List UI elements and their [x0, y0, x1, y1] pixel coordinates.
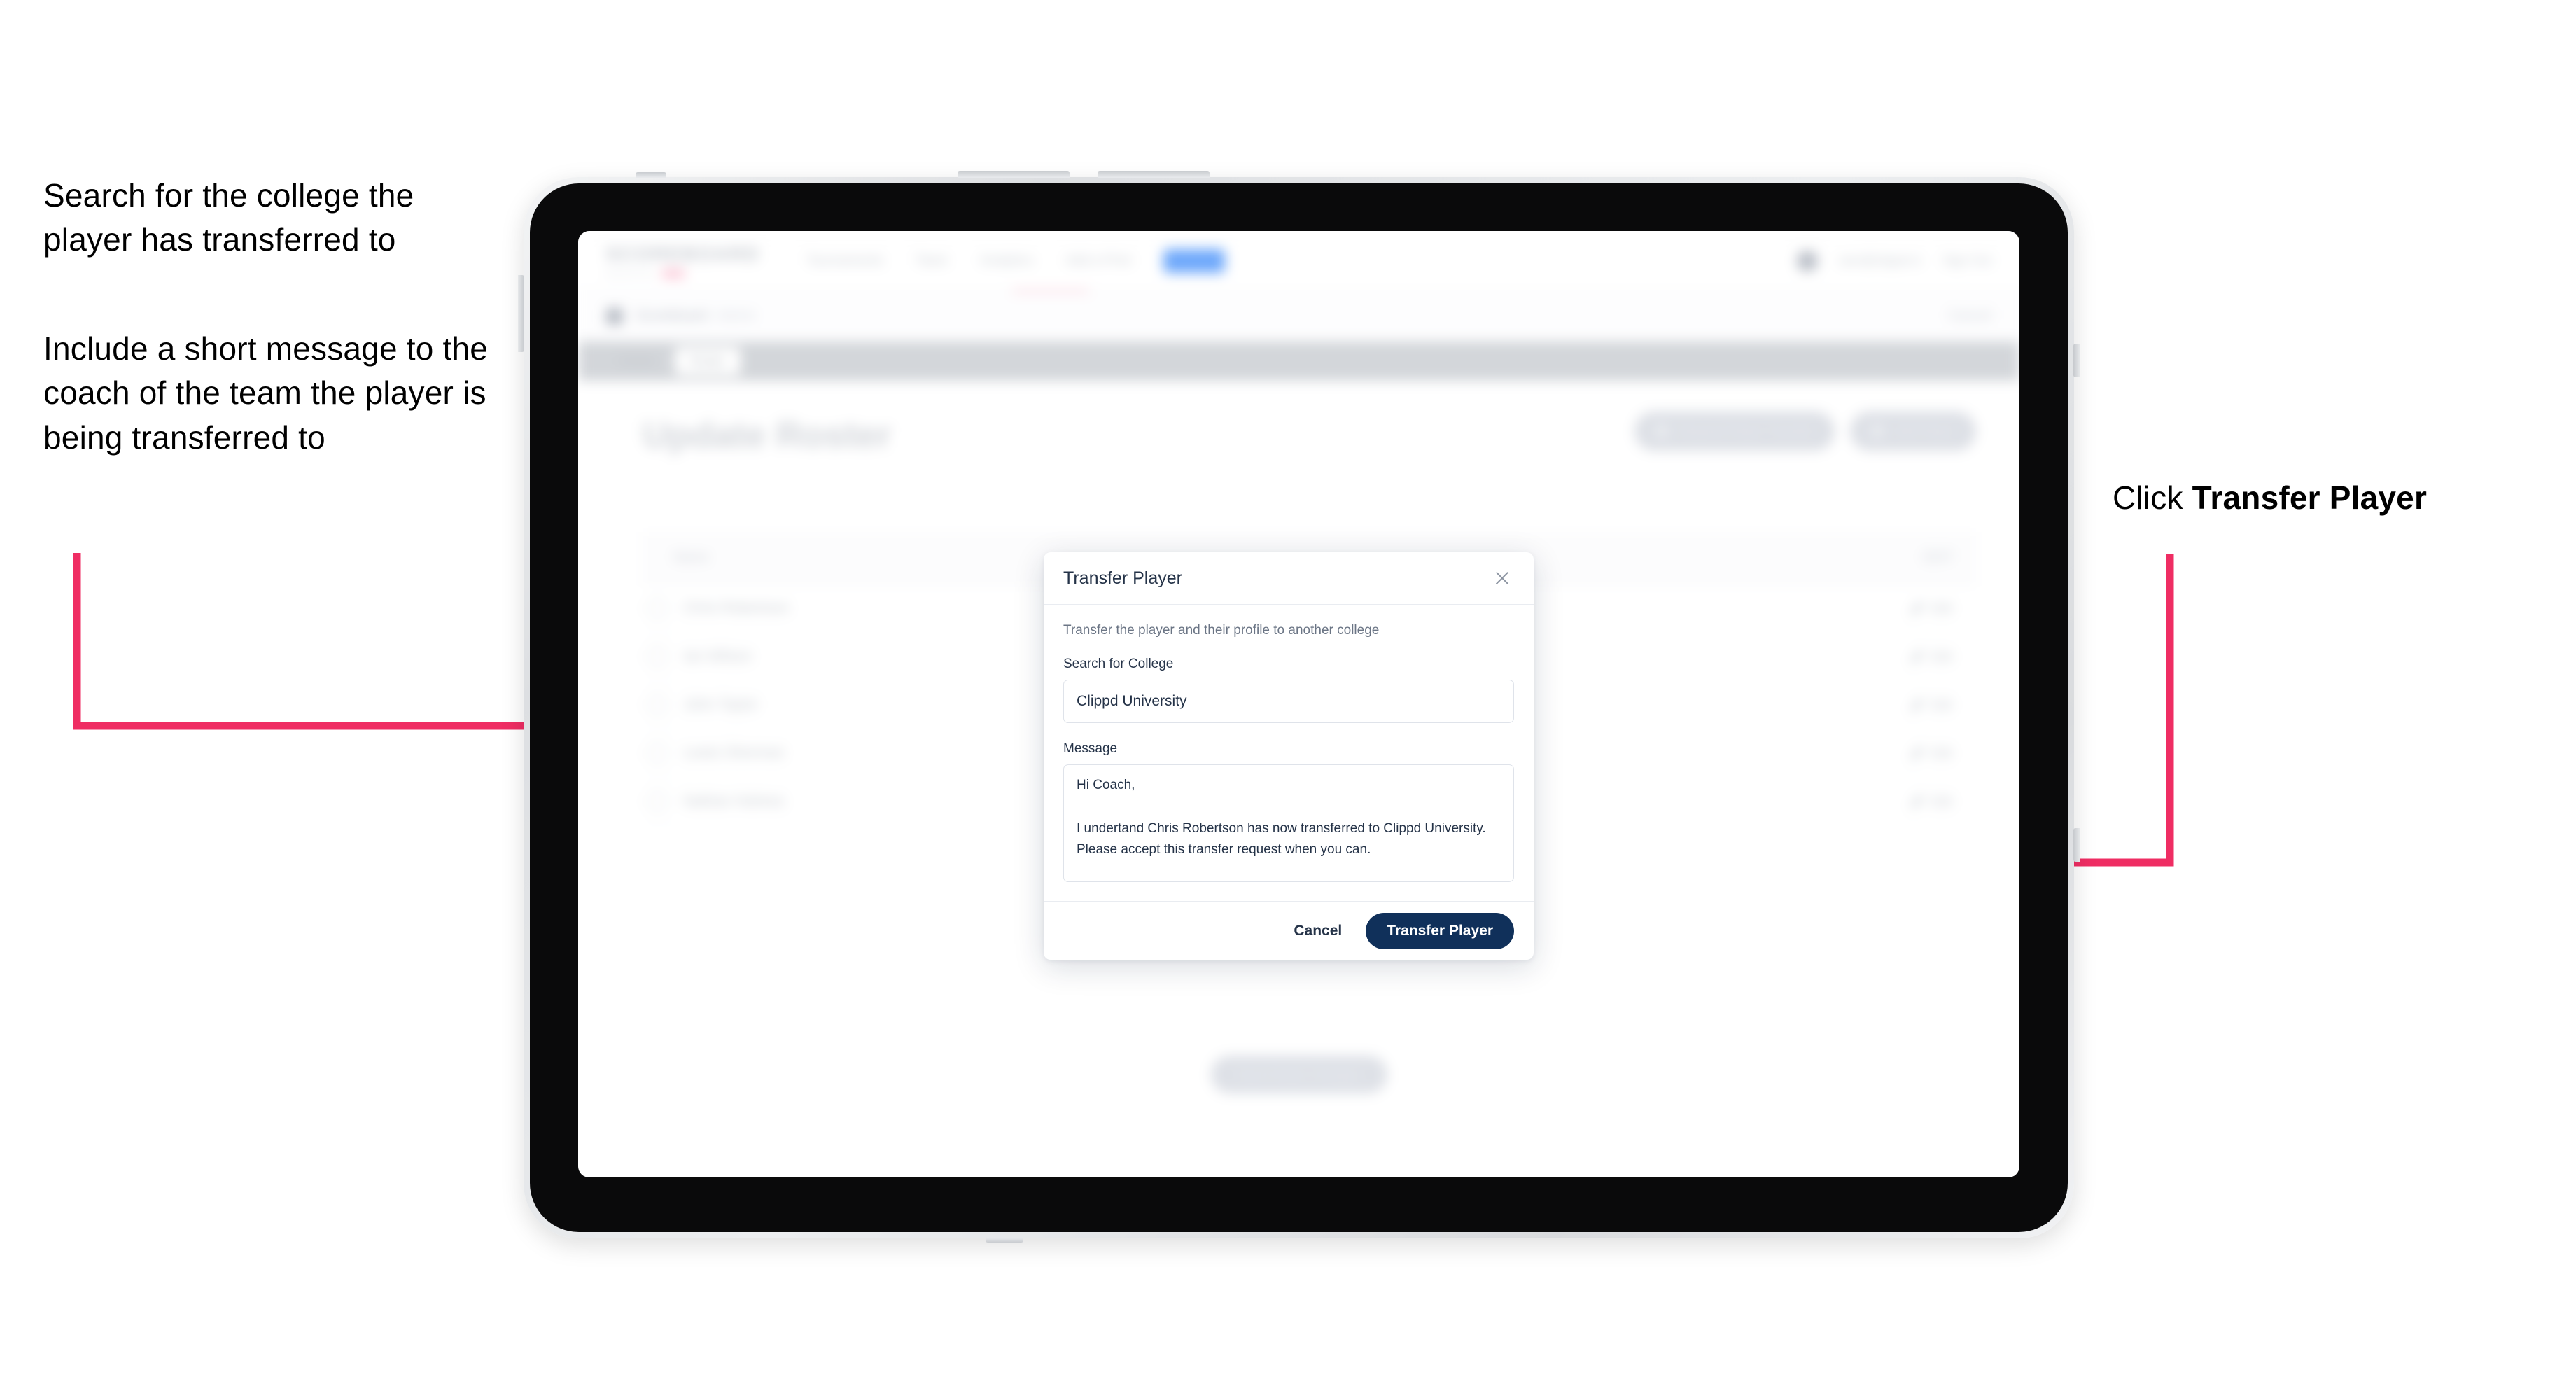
search-college-input[interactable]: [1063, 680, 1514, 723]
volume-up-button[interactable]: [958, 171, 1070, 178]
annotation-click-bold: Transfer Player: [2192, 479, 2428, 516]
row-edit-label: Edit: [1930, 697, 1952, 712]
tab-roster[interactable]: Roster: [674, 347, 741, 375]
row-edit-action[interactable]: Edit: [1910, 698, 1952, 713]
row-edit-label: Edit: [1930, 746, 1952, 760]
sub-bar-subtitle: Admin: [716, 308, 757, 323]
screenshot-stage: Search for the college the player has tr…: [0, 0, 2576, 1386]
pencil-icon: [1910, 699, 1923, 711]
row-checkbox[interactable]: [647, 694, 668, 715]
nav-item-team[interactable]: Team: [916, 253, 948, 269]
nav-item-analytics[interactable]: Analytics: [980, 253, 1033, 269]
avatar[interactable]: [1796, 250, 1818, 272]
add-player-label: Add Player: [1893, 424, 1955, 438]
modal-body: Transfer the player and their profile to…: [1044, 605, 1534, 901]
column-name: Name: [673, 550, 709, 565]
pencil-icon: [1910, 747, 1923, 760]
row-checkbox[interactable]: [647, 791, 668, 812]
power-button[interactable]: [636, 172, 666, 178]
transfer-player-modal: Transfer Player Transfer the player and …: [1044, 552, 1534, 960]
row-edit-label: Edit: [1930, 794, 1952, 808]
sign-out-link[interactable]: Sign Out: [1942, 253, 1991, 268]
row-edit-label: Edit: [1930, 601, 1952, 615]
volume-down-button[interactable]: [1098, 171, 1210, 178]
tablet-screen: SCOREBOARD powered by Tournaments Team A…: [578, 231, 2019, 1177]
request-transfer-label: Request Player Transfer: [1677, 424, 1814, 438]
annotation-search-college: Search for the college the player has tr…: [43, 177, 414, 258]
row-edit-label: Edit: [1930, 649, 1952, 664]
search-college-label: Search for College: [1063, 657, 1174, 671]
transfer-player-button[interactable]: Transfer Player: [1366, 912, 1514, 949]
pencil-icon: [1910, 795, 1923, 808]
message-textarea[interactable]: Hi Coach, I undertand Chris Robertson ha…: [1063, 764, 1514, 882]
close-icon[interactable]: [1490, 566, 1514, 590]
row-edit-action[interactable]: Edit: [1910, 650, 1952, 664]
logo-sub-text: powered by: [606, 270, 654, 278]
row-edit-action[interactable]: Edit: [1910, 601, 1952, 616]
row-checkbox[interactable]: [647, 598, 668, 619]
right-side-button-top[interactable]: [2073, 344, 2080, 377]
tablet-bezel: SCOREBOARD powered by Tournaments Team A…: [530, 183, 2068, 1232]
nav-item-tournaments[interactable]: Tournaments: [806, 253, 883, 269]
nav-items: Tournaments Team Analytics Add a Print R…: [806, 248, 1226, 273]
page-header-actions: Request Player Transfer Add Player: [1634, 412, 1976, 451]
player-name: Chris Robertson: [683, 600, 790, 616]
transfer-icon: [1655, 425, 1668, 438]
app-logo[interactable]: SCOREBOARD powered by: [606, 244, 760, 278]
player-name: John Taylor: [683, 696, 759, 713]
player-name: Lewis Sherman: [683, 745, 785, 761]
tab-details[interactable]: Details: [603, 347, 671, 375]
field-spacer: [1063, 723, 1514, 741]
pencil-icon: [1910, 650, 1923, 663]
user-email: sam@clippd.io: [1838, 253, 1921, 267]
modal-title: Transfer Player: [1063, 568, 1182, 588]
row-checkbox[interactable]: [647, 743, 668, 764]
app-top-nav: SCOREBOARD powered by Tournaments Team A…: [578, 231, 2019, 291]
pencil-icon: [1910, 602, 1923, 615]
modal-header: Transfer Player: [1044, 552, 1534, 605]
logo-subline: powered by: [606, 270, 760, 278]
player-name: Nathan Holmes: [683, 793, 785, 809]
modal-footer: Cancel Transfer Player: [1044, 901, 1534, 960]
bottom-connector: [986, 1238, 1023, 1242]
column-edit: EDIT: [1923, 550, 1954, 565]
page-title: Update Roster: [643, 415, 892, 456]
nav-item-add-a-print[interactable]: Add a Print: [1065, 253, 1131, 269]
app-tab-strip: Details Roster: [578, 342, 2019, 381]
annotation-click-prefix: Click: [2113, 479, 2192, 516]
left-side-button[interactable]: [518, 275, 524, 352]
annotation-click-transfer: Click Transfer Player: [2113, 476, 2505, 520]
save-roster-changes-button[interactable]: Save Roster Changes: [1210, 1056, 1387, 1093]
message-label: Message: [1063, 741, 1118, 756]
sub-bar-title: Scoreboard: [636, 308, 708, 323]
team-logo-icon: [606, 307, 623, 325]
row-edit-action[interactable]: Edit: [1910, 746, 1952, 761]
logo-badge: [661, 270, 685, 278]
annotation-include-message: Include a short message to the coach of …: [43, 330, 489, 456]
nav-item-roster[interactable]: Roster: [1163, 248, 1226, 273]
request-player-transfer-button[interactable]: Request Player Transfer: [1634, 412, 1835, 451]
app-sub-bar: Scoreboard Admin Cancel: [578, 292, 2019, 341]
app-nav-right: sam@clippd.io Sign Out: [1796, 250, 1991, 272]
modal-description: Transfer the player and their profile to…: [1063, 623, 1380, 638]
logo-text: SCOREBOARD: [606, 244, 761, 265]
row-edit-action[interactable]: Edit: [1910, 794, 1952, 809]
player-name: Ian Wilson: [683, 648, 752, 664]
add-player-button[interactable]: Add Player: [1849, 412, 1976, 451]
plus-icon: [1870, 425, 1884, 438]
sub-bar-cancel[interactable]: Cancel: [1948, 308, 1991, 324]
tablet-device: SCOREBOARD powered by Tournaments Team A…: [518, 171, 2080, 1242]
cancel-button[interactable]: Cancel: [1289, 922, 1346, 940]
right-side-button-bottom[interactable]: [2073, 828, 2080, 862]
row-checkbox[interactable]: [647, 646, 668, 667]
